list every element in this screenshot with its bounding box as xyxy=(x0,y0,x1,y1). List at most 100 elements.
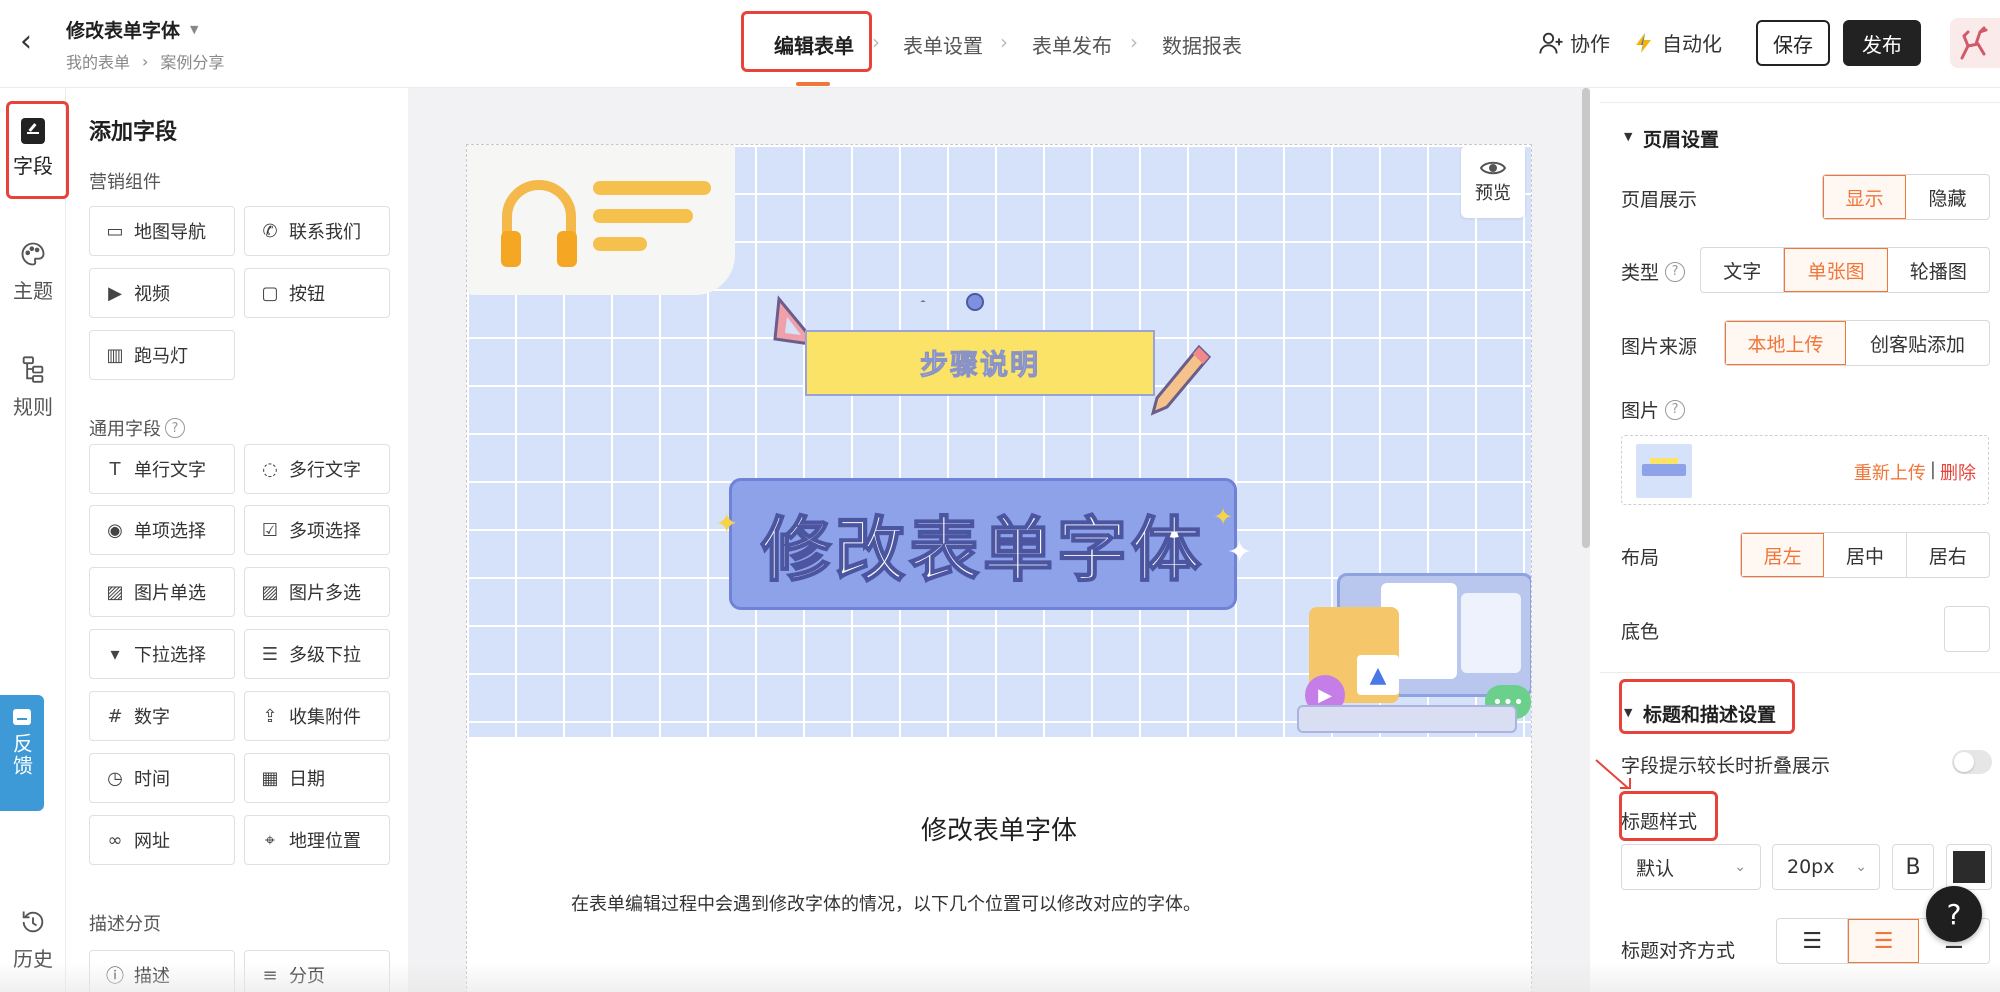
preview-label: 预览 xyxy=(1475,183,1511,204)
section-label-general: 通用字段 ? xyxy=(89,415,185,441)
field-chip[interactable]: ∞ 网址 xyxy=(89,815,235,865)
option-chuangkit[interactable]: 创客贴添加 xyxy=(1846,321,1989,365)
header-banner[interactable]: 步骤说明 修改表单字体 ✦ ✦ ✦ ▶ ▲ ••• xyxy=(467,145,1531,737)
breadcrumb-item[interactable]: 我的表单 xyxy=(66,49,130,73)
delete-link[interactable]: 删除 xyxy=(1940,459,1976,485)
back-icon[interactable]: ‹ xyxy=(20,26,44,58)
fold-toggle-switch[interactable] xyxy=(1952,750,1992,774)
align-left-icon[interactable]: ☰ xyxy=(1777,919,1849,963)
form-title-dropdown[interactable]: 修改表单字体 ▼ xyxy=(66,16,198,43)
feedback-tab[interactable]: 反馈 xyxy=(0,695,44,811)
rail-item-history[interactable]: 历史 xyxy=(0,908,66,972)
tab-form-publish[interactable]: 表单发布 xyxy=(1032,30,1112,59)
option-carousel[interactable]: 轮播图 xyxy=(1888,248,1989,292)
field-chip-label: 数字 xyxy=(134,707,170,728)
rail-label: 规则 xyxy=(13,395,53,419)
upload-icon: ⇪ xyxy=(262,705,278,727)
automation-button[interactable]: 自动化 xyxy=(1632,28,1722,57)
field-chip-label: 图片多选 xyxy=(289,583,361,604)
bold-button[interactable]: B xyxy=(1892,844,1934,890)
image-label-text: 图片 xyxy=(1621,400,1660,422)
option-hide[interactable]: 隐藏 xyxy=(1906,175,1989,219)
tab-data-report[interactable]: 数据报表 xyxy=(1162,30,1242,59)
page-break-icon: ≡ xyxy=(262,964,278,986)
field-chip[interactable]: ⌖ 地理位置 xyxy=(244,815,390,865)
field-chip[interactable]: ▥ 跑马灯 xyxy=(89,330,235,380)
help-float-button[interactable]: ? xyxy=(1926,886,1982,942)
option-left[interactable]: 居左 xyxy=(1741,533,1825,577)
bg-color-swatch[interactable] xyxy=(1944,606,1990,652)
option-show[interactable]: 显示 xyxy=(1823,175,1907,219)
field-chip[interactable]: ◉ 单项选择 xyxy=(89,505,235,555)
map-icon: ▭ xyxy=(106,220,124,242)
canvas-scrollbar[interactable] xyxy=(1582,88,1590,548)
field-chip[interactable]: ◌ 多行文字 xyxy=(244,444,390,494)
collab-button[interactable]: 协作 xyxy=(1538,28,1610,57)
field-chip-label: 联系我们 xyxy=(289,222,361,243)
form-canvas: 步骤说明 修改表单字体 ✦ ✦ ✦ ▶ ▲ ••• 预览 修改表单字体 在表单编… xyxy=(408,88,1590,992)
field-chip[interactable]: ▶ 视频 xyxy=(89,268,235,318)
clock-icon: ◷ xyxy=(107,767,123,789)
question-icon[interactable]: ? xyxy=(165,418,185,438)
rail-label: 历史 xyxy=(13,947,53,971)
image-thumbnail[interactable] xyxy=(1636,444,1692,498)
collab-label: 协作 xyxy=(1570,32,1610,56)
cascade-icon: ☰ xyxy=(261,643,279,665)
bg-color-label: 底色 xyxy=(1621,621,1660,643)
reupload-link[interactable]: 重新上传 xyxy=(1854,459,1926,485)
form-title[interactable]: 修改表单字体 xyxy=(467,810,1531,847)
chevron-right-icon: › xyxy=(1000,30,1008,54)
option-text[interactable]: 文字 xyxy=(1701,248,1785,292)
caret-down-icon[interactable]: ▼ xyxy=(1624,130,1632,143)
field-chip[interactable]: # 数字 xyxy=(89,691,235,741)
question-icon[interactable]: ? xyxy=(1665,399,1686,420)
chat-icon: ◌ xyxy=(262,458,278,480)
align-center-icon[interactable]: ☰ xyxy=(1848,919,1919,963)
field-chip[interactable]: T 单行文字 xyxy=(89,444,235,494)
section-header[interactable]: 页眉设置 xyxy=(1643,125,1719,152)
question-icon[interactable]: ? xyxy=(1665,261,1686,282)
field-chip[interactable]: ▨ 图片多选 xyxy=(244,567,390,617)
save-button[interactable]: 保存 xyxy=(1756,20,1830,66)
field-chip-label: 地理位置 xyxy=(289,831,361,852)
form-description[interactable]: 在表单编辑过程中会遇到修改字体的情况，以下几个位置可以修改对应的字体。 xyxy=(571,890,1201,916)
font-family-select[interactable]: 默认 ⌄ xyxy=(1621,844,1761,890)
page: ‹ 修改表单字体 ▼ 我的表单 › 案例分享 编辑表单 › 表单设置 › 表单发… xyxy=(0,0,2000,992)
layout-label: 布局 xyxy=(1621,547,1660,569)
tab-form-settings[interactable]: 表单设置 xyxy=(903,30,983,59)
field-chip-label: 多行文字 xyxy=(289,460,361,481)
field-chip[interactable]: ⓘ 描述 xyxy=(89,950,235,992)
rail-label: 主题 xyxy=(13,279,53,303)
image-icon: ▨ xyxy=(106,581,124,603)
rail-item-rules[interactable]: 规则 xyxy=(0,354,66,420)
field-chip[interactable]: ☑ 多项选择 xyxy=(244,505,390,555)
field-chip[interactable]: ≡ 分页 xyxy=(244,950,390,992)
field-chip[interactable]: ▨ 图片单选 xyxy=(89,567,235,617)
option-right[interactable]: 居右 xyxy=(1907,533,1989,577)
title-color-swatch[interactable] xyxy=(1946,844,1992,890)
pencil-icon xyxy=(1150,344,1212,416)
field-chip[interactable]: ▭ 地图导航 xyxy=(89,206,235,256)
rail-item-theme[interactable]: 主题 xyxy=(0,240,66,304)
avatar[interactable] xyxy=(1950,18,2000,68)
font-size-select[interactable]: 20px ⌄ xyxy=(1772,844,1880,890)
field-chip[interactable]: ▦ 日期 xyxy=(244,753,390,803)
field-chip[interactable]: ⇪ 收集附件 xyxy=(244,691,390,741)
breadcrumb-item[interactable]: 案例分享 xyxy=(160,49,224,73)
field-chip[interactable]: ✆ 联系我们 xyxy=(244,206,390,256)
field-chip[interactable]: ▢ 按钮 xyxy=(244,268,390,318)
option-local-upload[interactable]: 本地上传 xyxy=(1725,321,1847,365)
video-icon: ▶ xyxy=(108,282,122,304)
field-chip-label: 描述 xyxy=(134,966,170,987)
field-chip[interactable]: ▾ 下拉选择 xyxy=(89,629,235,679)
type-toggle: 文字 单张图 轮播图 xyxy=(1700,247,1990,293)
divider xyxy=(1600,672,2000,673)
option-single-image[interactable]: 单张图 xyxy=(1784,248,1888,292)
field-chip[interactable]: ◷ 时间 xyxy=(89,753,235,803)
eye-icon xyxy=(1480,161,1506,175)
field-chip[interactable]: ☰ 多级下拉 xyxy=(244,629,390,679)
option-center[interactable]: 居中 xyxy=(1824,533,1907,577)
publish-button[interactable]: 发布 xyxy=(1843,20,1921,66)
history-icon xyxy=(22,911,44,933)
preview-button[interactable]: 预览 xyxy=(1461,146,1525,218)
